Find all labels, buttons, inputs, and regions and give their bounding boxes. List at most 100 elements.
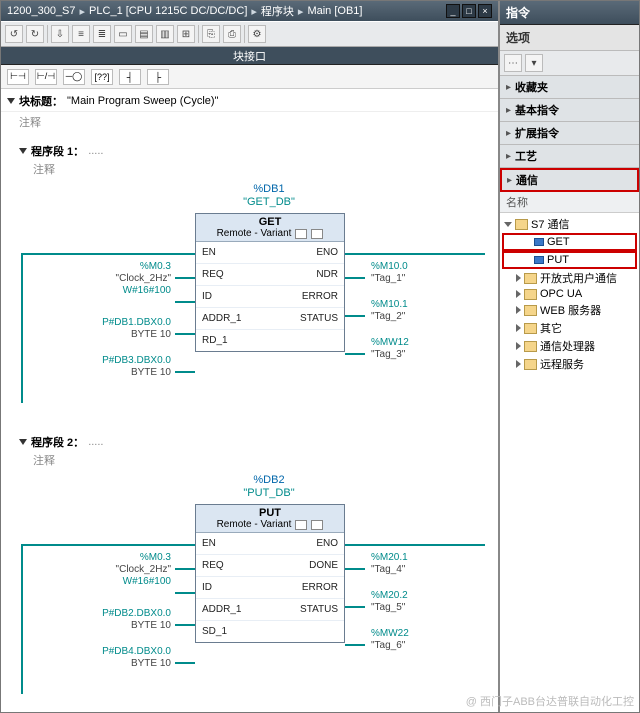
param-address: P#DB1.DBX0.0 bbox=[61, 317, 171, 328]
toolbar-button[interactable]: ≡ bbox=[72, 25, 90, 43]
port-right: ERROR bbox=[302, 582, 338, 593]
param-tag: "Tag_3" bbox=[371, 349, 451, 360]
toolbar-button[interactable]: ⎙ bbox=[223, 25, 241, 43]
toolbar-button[interactable]: ⚙ bbox=[248, 25, 266, 43]
crumb[interactable]: 程序块 bbox=[261, 3, 294, 19]
db-reference: %DB1"GET_DB" bbox=[209, 183, 329, 209]
expand-icon bbox=[516, 360, 521, 368]
param-tag: "Tag_6" bbox=[371, 640, 451, 651]
config-icon[interactable] bbox=[295, 520, 307, 530]
panel-tool[interactable]: ⋯ bbox=[504, 54, 522, 72]
param-address: %M20.1 bbox=[371, 552, 451, 563]
toolbar-button[interactable]: ⊞ bbox=[177, 25, 195, 43]
editor-scroll-area[interactable]: 块标题： "Main Program Sweep (Cycle)" 注释 程序段… bbox=[1, 89, 498, 712]
toolbar-button[interactable]: ↺ bbox=[5, 25, 23, 43]
close-button[interactable]: × bbox=[478, 4, 492, 18]
param-address: %MW22 bbox=[371, 628, 451, 639]
toolbar-button[interactable]: ≣ bbox=[93, 25, 111, 43]
network: 程序段 1：.....注释%DB1"GET_DB"GETRemote - Var… bbox=[1, 140, 498, 413]
toolbar-button[interactable]: ▤ bbox=[135, 25, 153, 43]
port-right: ENO bbox=[316, 538, 338, 549]
block-interface-tab[interactable]: 块接口 bbox=[1, 47, 498, 65]
lad-branch[interactable]: ┤ bbox=[119, 69, 141, 85]
param-tag: BYTE 10 bbox=[61, 329, 171, 340]
port-left: EN bbox=[202, 247, 216, 258]
port-right: STATUS bbox=[300, 604, 338, 615]
toolbar-button[interactable]: ⎘ bbox=[202, 25, 220, 43]
instruction-group[interactable]: ▸基本指令 bbox=[500, 99, 639, 122]
chevron-right-icon: ▸ bbox=[506, 82, 511, 93]
panel-toolbar: ⋯ ▾ bbox=[500, 51, 639, 76]
param-tag: "Tag_4" bbox=[371, 564, 451, 575]
chevron-right-icon: ▸ bbox=[506, 128, 511, 139]
tree-folder[interactable]: WEB 服务器 bbox=[500, 301, 639, 319]
tree-folder[interactable]: 其它 bbox=[500, 319, 639, 337]
instruction-group[interactable]: ▸工艺 bbox=[500, 145, 639, 168]
tree-instruction[interactable]: PUT bbox=[502, 251, 637, 269]
crumb[interactable]: 1200_300_S7 bbox=[7, 5, 76, 17]
param-tag: BYTE 10 bbox=[61, 367, 171, 378]
crumb[interactable]: Main [OB1] bbox=[307, 5, 362, 17]
tree-folder[interactable]: S7 通信 bbox=[500, 215, 639, 233]
instruction-group[interactable]: ▸通信 bbox=[500, 168, 639, 192]
network-title-row[interactable]: 程序段 1：..... bbox=[1, 140, 498, 161]
tree-folder[interactable]: OPC UA bbox=[500, 287, 639, 301]
panel-tool[interactable]: ▾ bbox=[525, 54, 543, 72]
param-tag: BYTE 10 bbox=[61, 620, 171, 631]
block-title-label: 块标题： bbox=[19, 93, 63, 109]
lad-coil[interactable]: ─◯ bbox=[63, 69, 85, 85]
expand-icon bbox=[504, 222, 512, 227]
function-block[interactable]: GETRemote - Variant ENENOREQNDRIDERRORAD… bbox=[195, 213, 345, 352]
config-icon[interactable] bbox=[295, 229, 307, 239]
instructions-title: 指令 bbox=[500, 1, 639, 25]
instruction-group[interactable]: ▸收藏夹 bbox=[500, 76, 639, 99]
options-header[interactable]: 选项 bbox=[500, 25, 639, 51]
param-address: %M10.1 bbox=[371, 299, 451, 310]
toolbar-button[interactable]: ▭ bbox=[114, 25, 132, 43]
port-left: SD_1 bbox=[202, 626, 227, 637]
lad-branch-close[interactable]: ├ bbox=[147, 69, 169, 85]
help-icon[interactable] bbox=[311, 229, 323, 239]
crumb[interactable]: PLC_1 [CPU 1215C DC/DC/DC] bbox=[89, 5, 247, 17]
param-tag: "Clock_2Hz" bbox=[61, 273, 171, 284]
block-comment[interactable]: 注释 bbox=[1, 112, 498, 136]
toolbar-button[interactable]: ▥ bbox=[156, 25, 174, 43]
network-title-row[interactable]: 程序段 2：..... bbox=[1, 431, 498, 452]
lad-contact-nc[interactable]: ⊢/⊣ bbox=[35, 69, 57, 85]
network-comment[interactable]: 注释 bbox=[1, 161, 498, 183]
db-reference: %DB2"PUT_DB" bbox=[209, 474, 329, 500]
maximize-button[interactable]: □ bbox=[462, 4, 476, 18]
instruction-tree[interactable]: S7 通信GET PUT 开放式用户通信OPC UAWEB 服务器其它通信处理器远程… bbox=[500, 213, 639, 712]
param-address: %M0.3 bbox=[61, 261, 171, 272]
param-address: %MW12 bbox=[371, 337, 451, 348]
tree-folder[interactable]: 远程服务 bbox=[500, 355, 639, 373]
function-block[interactable]: PUTRemote - Variant ENENOREQDONEIDERRORA… bbox=[195, 504, 345, 643]
rung-area[interactable]: %DB1"GET_DB"GETRemote - Variant ENENOREQ… bbox=[21, 183, 498, 413]
editor-toolbar: ↺ ↻ ⇩ ≡ ≣ ▭ ▤ ▥ ⊞ ⎘ ⎙ ⚙ bbox=[1, 21, 498, 47]
tree-instruction[interactable]: GET bbox=[502, 233, 637, 251]
param-address: P#DB3.DBX0.0 bbox=[61, 355, 171, 366]
group-label: 工艺 bbox=[515, 148, 537, 164]
param-address: %M0.3 bbox=[61, 552, 171, 563]
rung-area[interactable]: %DB2"PUT_DB" PUTRemote - Variant ENENOREQ… bbox=[21, 474, 498, 704]
expand-icon bbox=[516, 342, 521, 350]
folder-icon bbox=[524, 323, 537, 334]
toolbar-button[interactable]: ⇩ bbox=[51, 25, 69, 43]
port-right: NDR bbox=[316, 269, 338, 280]
tree-folder[interactable]: 通信处理器 bbox=[500, 337, 639, 355]
lad-contact-no[interactable]: ⊢⊣ bbox=[7, 69, 29, 85]
toolbar-button[interactable]: ↻ bbox=[26, 25, 44, 43]
collapse-icon bbox=[7, 98, 15, 104]
minimize-button[interactable]: _ bbox=[446, 4, 460, 18]
tree-folder[interactable]: 开放式用户通信 bbox=[500, 269, 639, 287]
network-comment[interactable]: 注释 bbox=[1, 452, 498, 474]
param-tag: "Tag_1" bbox=[371, 273, 451, 284]
lad-box[interactable]: [??] bbox=[91, 69, 113, 85]
help-icon[interactable] bbox=[311, 520, 323, 530]
block-title-row[interactable]: 块标题： "Main Program Sweep (Cycle)" bbox=[1, 89, 498, 112]
port-right: ENO bbox=[316, 247, 338, 258]
tree-label: PUT bbox=[547, 254, 569, 266]
group-label: 基本指令 bbox=[515, 102, 559, 118]
instruction-group[interactable]: ▸扩展指令 bbox=[500, 122, 639, 145]
network-title: 程序段 1： bbox=[31, 143, 84, 159]
